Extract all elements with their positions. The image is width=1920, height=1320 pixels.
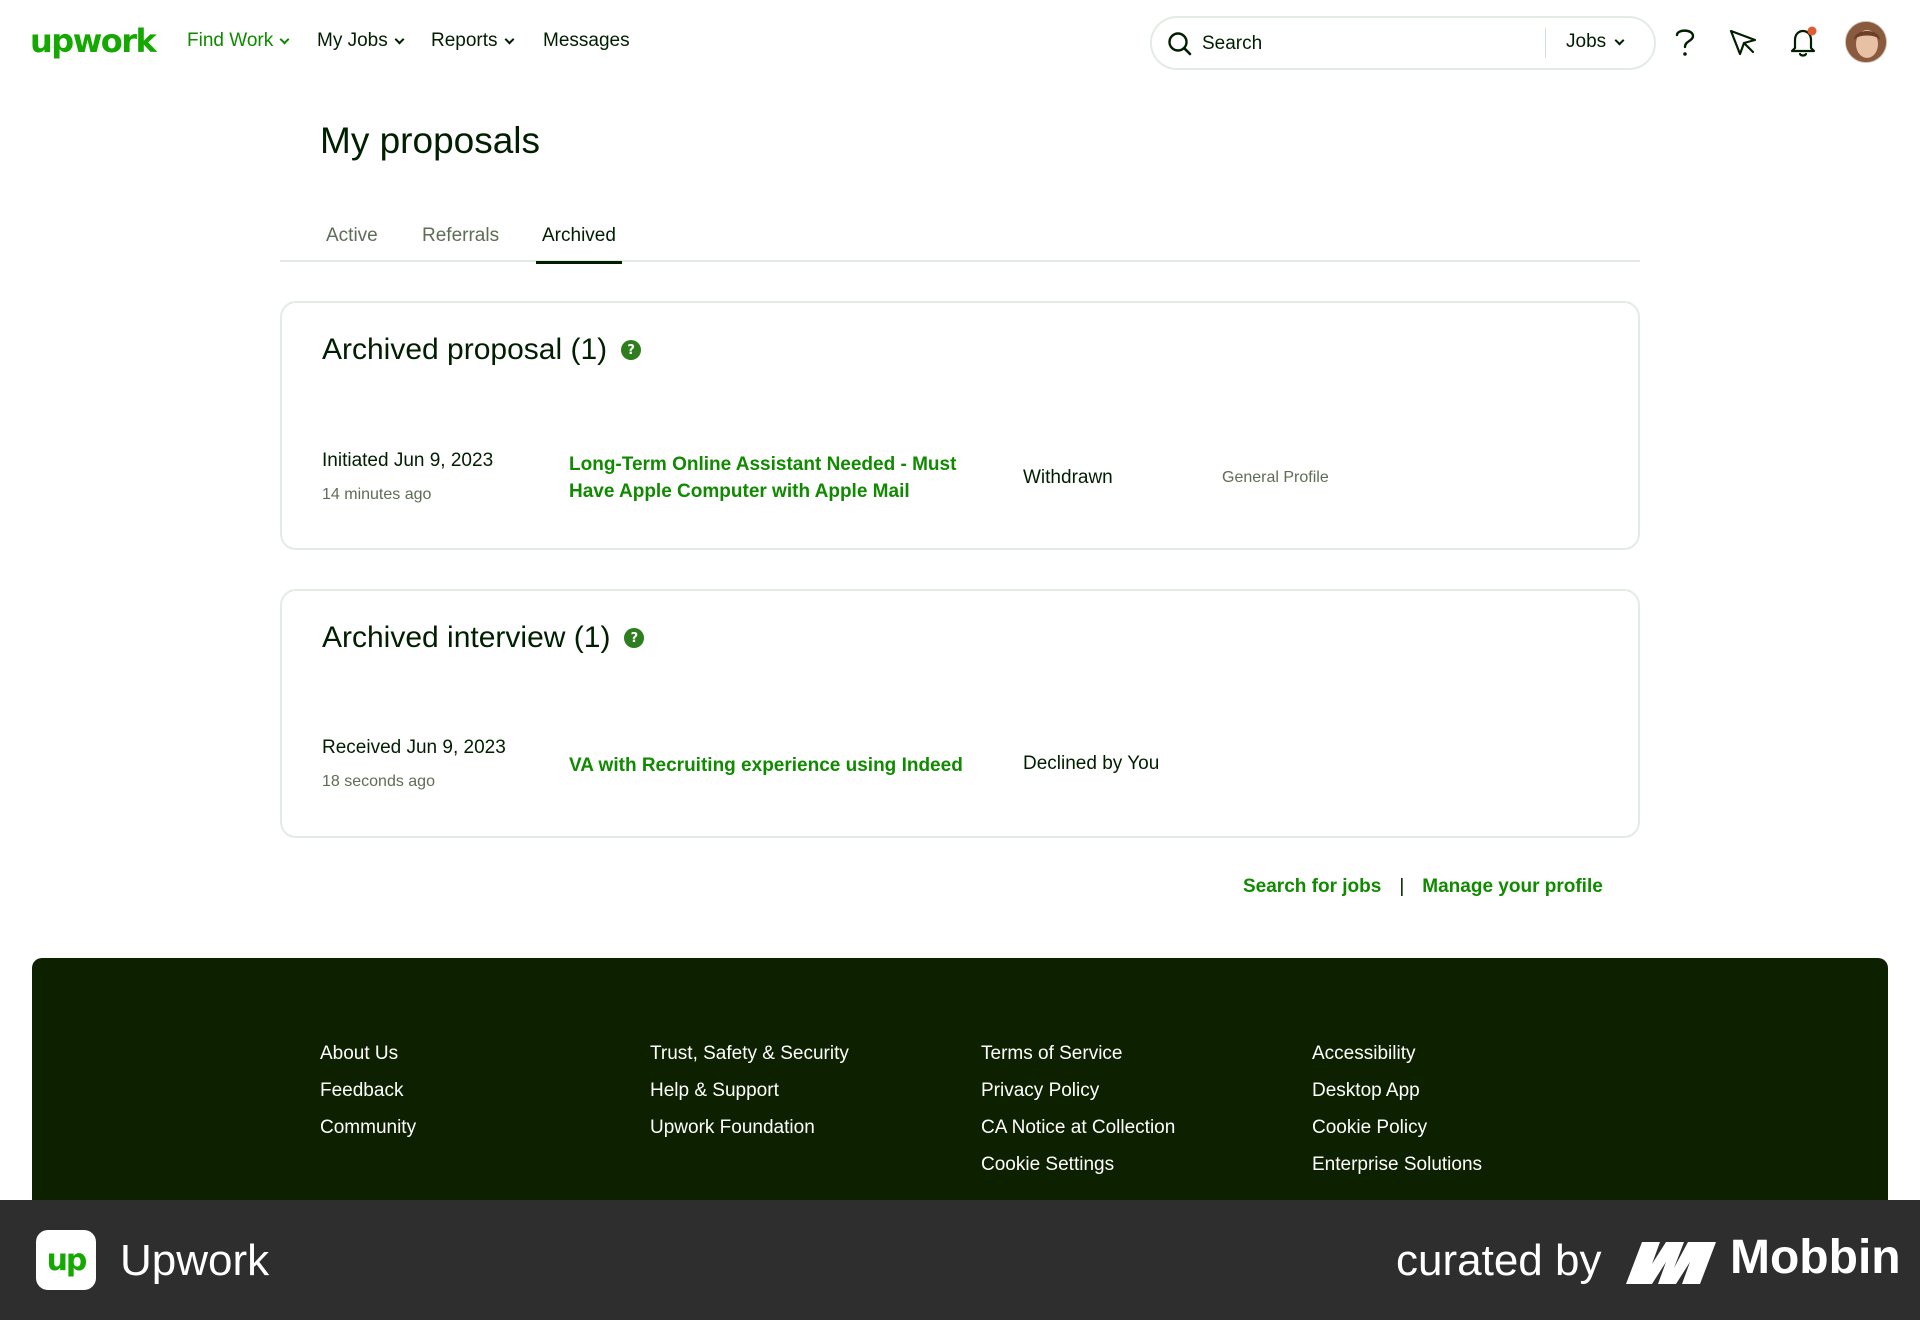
footer-link-enterprise[interactable]: Enterprise Solutions xyxy=(1312,1153,1482,1176)
proposal-job-link[interactable]: Long-Term Online Assistant Needed - Must… xyxy=(569,451,989,505)
archived-interview-heading: Archived interview (1) ? xyxy=(322,621,645,655)
direct-contracts-button[interactable] xyxy=(1724,22,1762,62)
link-separator: | xyxy=(1399,876,1405,897)
question-circle-icon[interactable]: ? xyxy=(624,628,645,648)
bell-icon xyxy=(1790,26,1817,57)
site-footer: About Us Feedback Community Trust, Safet… xyxy=(32,958,1888,1218)
top-navigation: upwork Find Work My Jobs Reports Message… xyxy=(0,0,1920,84)
nav-messages[interactable]: Messages xyxy=(543,30,630,52)
proposal-tabs: Active Referrals Archived xyxy=(280,218,1640,264)
nav-my-jobs[interactable]: My Jobs xyxy=(317,30,405,52)
footer-link-cookie-settings[interactable]: Cookie Settings xyxy=(981,1153,1175,1176)
search-bar: Jobs xyxy=(1150,16,1682,70)
archived-proposal-heading: Archived proposal (1) ? xyxy=(322,333,642,367)
footer-link-upwork-foundation[interactable]: Upwork Foundation xyxy=(650,1116,849,1139)
search-for-jobs-link[interactable]: Search for jobs xyxy=(1243,876,1381,898)
chevron-down-icon xyxy=(504,34,514,44)
nav-find-work[interactable]: Find Work xyxy=(187,30,290,52)
nav-find-work-label: Find Work xyxy=(187,30,274,51)
interview-time-ago: 18 seconds ago xyxy=(322,773,435,790)
curation-banner: up Upwork curated by Mobbin xyxy=(0,1200,1920,1320)
archived-interview-title: Archived interview (1) xyxy=(322,621,611,654)
footer-column-1: About Us Feedback Community xyxy=(320,1042,416,1139)
archived-proposal-title: Archived proposal (1) xyxy=(322,333,608,366)
bottom-links: Search for jobs | Manage your profile xyxy=(1243,876,1603,898)
search-divider xyxy=(1545,28,1546,58)
nav-my-jobs-label: My Jobs xyxy=(317,30,388,51)
footer-link-feedback[interactable]: Feedback xyxy=(320,1079,416,1102)
app-name: Upwork xyxy=(120,1236,270,1285)
interview-date: Received Jun 9, 2023 xyxy=(322,737,506,758)
chevron-down-icon xyxy=(279,34,290,44)
chevron-down-icon xyxy=(1614,35,1625,45)
tab-archived[interactable]: Archived xyxy=(536,225,622,264)
tab-referrals[interactable]: Referrals xyxy=(422,225,499,261)
footer-link-terms[interactable]: Terms of Service xyxy=(981,1042,1175,1065)
question-circle-icon[interactable]: ? xyxy=(621,340,642,360)
search-icon xyxy=(1168,32,1192,56)
interview-status: Declined by You xyxy=(1023,753,1160,774)
page-title: My proposals xyxy=(320,120,541,161)
archived-interview-card: Archived interview (1) ? Received Jun 9,… xyxy=(280,589,1640,838)
proposal-status: Withdrawn xyxy=(1023,467,1113,488)
search-scope-label: Jobs xyxy=(1566,31,1607,52)
footer-link-cookie-policy[interactable]: Cookie Policy xyxy=(1312,1116,1482,1139)
footer-column-3: Terms of Service Privacy Policy CA Notic… xyxy=(981,1042,1175,1176)
proposal-profile: General Profile xyxy=(1222,469,1329,486)
mobbin-wordmark: Mobbin xyxy=(1730,1231,1901,1284)
upwork-app-icon: up xyxy=(36,1230,96,1290)
interview-job-link[interactable]: VA with Recruiting experience using Inde… xyxy=(569,752,1009,779)
footer-column-4: Accessibility Desktop App Cookie Policy … xyxy=(1312,1042,1482,1176)
tab-active[interactable]: Active xyxy=(326,225,378,261)
manage-profile-link[interactable]: Manage your profile xyxy=(1422,876,1603,898)
archived-proposal-card: Archived proposal (1) ? Initiated Jun 9,… xyxy=(280,301,1640,550)
footer-link-help-support[interactable]: Help & Support xyxy=(650,1079,849,1102)
footer-link-desktop-app[interactable]: Desktop App xyxy=(1312,1079,1482,1102)
footer-link-trust-safety[interactable]: Trust, Safety & Security xyxy=(650,1042,849,1065)
nav-messages-label: Messages xyxy=(543,30,630,51)
nav-reports[interactable]: Reports xyxy=(431,30,514,52)
footer-link-community[interactable]: Community xyxy=(320,1116,416,1139)
question-icon xyxy=(1675,29,1695,56)
proposal-time-ago: 14 minutes ago xyxy=(322,486,432,503)
mobbin-logo-icon xyxy=(1626,1242,1716,1284)
help-button[interactable] xyxy=(1666,22,1704,62)
search-scope-dropdown[interactable]: Jobs xyxy=(1566,31,1625,53)
upwork-logo[interactable]: upwork xyxy=(30,22,157,60)
nav-reports-label: Reports xyxy=(431,30,498,51)
footer-column-2: Trust, Safety & Security Help & Support … xyxy=(650,1042,849,1139)
proposal-date: Initiated Jun 9, 2023 xyxy=(322,450,494,471)
chevron-down-icon xyxy=(394,34,405,44)
send-icon xyxy=(1729,29,1757,56)
curated-by-label: curated by xyxy=(1396,1236,1602,1285)
avatar[interactable] xyxy=(1845,21,1887,63)
footer-link-ca-notice[interactable]: CA Notice at Collection xyxy=(981,1116,1175,1139)
profile-photo xyxy=(1846,22,1886,62)
footer-link-accessibility[interactable]: Accessibility xyxy=(1312,1042,1482,1065)
footer-link-privacy[interactable]: Privacy Policy xyxy=(981,1079,1175,1102)
footer-link-about-us[interactable]: About Us xyxy=(320,1042,416,1065)
notifications-button[interactable] xyxy=(1784,22,1822,62)
